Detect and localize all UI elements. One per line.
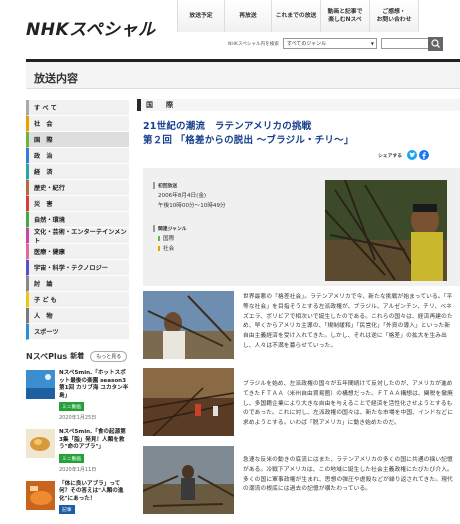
program-main-photo xyxy=(325,180,447,281)
article-paragraph-1: 世界最悪の「格差社会」。ラテンアメリカで今、新たな挑戦が始まっている。「平等な社… xyxy=(243,294,453,349)
genre-select-value: すべてのジャンル xyxy=(286,41,327,47)
broadcast-label: 初回放送 xyxy=(153,182,226,189)
article-photo-2 xyxy=(143,368,234,436)
news-thumbnail[interactable] xyxy=(26,429,55,459)
category-item[interactable]: 討 論 xyxy=(26,276,129,292)
news-item[interactable]: Nスペ5min.「ホットスポット最後の楽園 season3 第1回 カリブ海 ユ… xyxy=(26,370,129,421)
news-thumbnail[interactable] xyxy=(26,480,55,510)
search-input[interactable] xyxy=(380,37,443,51)
news-date: 2020年1月11日 xyxy=(59,466,97,473)
nav-feedback[interactable]: ご感想・ お問い合わせ xyxy=(370,0,419,32)
genre-label: 関連ジャンル xyxy=(153,225,226,232)
category-item[interactable]: スポーツ xyxy=(26,324,129,340)
facebook-icon[interactable] xyxy=(419,150,429,160)
news-thumbnail[interactable] xyxy=(26,370,55,399)
news-tag: 記事 xyxy=(59,505,75,515)
news-tag: ミニ動画 xyxy=(59,402,85,412)
nhk-special-logo[interactable]: NHKスペシャル xyxy=(26,15,160,41)
broadcast-info-box: 初回放送 2006年8月4日(金) 午後10時00分～10時49分 関連ジャンル… xyxy=(143,168,460,286)
article-paragraph-3: 急速な反米の動きの底流にはまた、ラテンアメリカの多くの国に共通の揺い記憶がある。… xyxy=(243,457,453,493)
program-title: 21世紀の潮流 ラテンアメリカの挑戦 第２回 「格差からの脱出 〜ブラジル・チリ… xyxy=(143,120,354,148)
broadcast-date: 2006年8月4日(金) xyxy=(158,193,207,199)
nav-schedule[interactable]: 放送予定 xyxy=(178,0,225,32)
search-icon[interactable] xyxy=(427,37,443,51)
category-item[interactable]: 歴史・紀行 xyxy=(26,180,129,196)
category-item[interactable]: 社 会 xyxy=(26,116,129,132)
category-item[interactable]: 政 治 xyxy=(26,148,129,164)
more-button[interactable]: もっと見る xyxy=(90,350,128,362)
nplus-header: NスペPlus 新着 もっと見る xyxy=(26,350,129,362)
section-heading: 国 際 xyxy=(137,99,460,111)
genre-link-international[interactable]: 国際 xyxy=(158,236,174,242)
article-photo-3 xyxy=(143,446,234,514)
news-title[interactable]: Nスペ5min.「食の起源第3集「脂」発見！人類を救う"命のアブラ"」 xyxy=(59,429,129,452)
logo-text: NHKスペシャル xyxy=(26,20,156,40)
news-title[interactable]: 「体に良いアブラ」って何？その答えは"人類の進化"にあった！ xyxy=(59,481,129,504)
genre-select[interactable]: すべてのジャンル ▼ xyxy=(282,38,377,49)
nav-videos-articles[interactable]: 動画と記事で 楽しむNスペ xyxy=(321,0,370,32)
nav-rerun[interactable]: 再放送 xyxy=(225,0,272,32)
category-item[interactable]: 国 際 xyxy=(26,132,129,148)
article-paragraph-2: ブラジルを始め、左派政権の国々が五年間続けて反対したのが、アメリカが進めてきたＦ… xyxy=(243,381,454,427)
news-title[interactable]: Nスペ5min.「ホットスポット最後の楽園 season3 第1回 カリブ海 ユ… xyxy=(59,370,129,400)
program-title-line2: 第２回 「格差からの脱出 〜ブラジル・チリ〜」 xyxy=(143,134,354,146)
news-tag: ミニ動画 xyxy=(59,453,85,463)
twitter-icon[interactable] xyxy=(407,150,417,160)
category-item[interactable]: 文化・芸術・エンターテインメント xyxy=(26,228,129,245)
category-item[interactable]: 人 物 xyxy=(26,308,129,324)
top-navigation: 放送予定 再放送 これまでの放送 動画と記事で 楽しむNスペ ご感想・ お問い合… xyxy=(177,0,419,32)
category-item[interactable]: 経 済 xyxy=(26,164,129,180)
article-photo-1 xyxy=(143,291,234,359)
search-label: NHKスペシャル内を検索 xyxy=(228,41,279,47)
site-header: NHKスペシャル 放送予定 再放送 これまでの放送 動画と記事で 楽しむNスペ … xyxy=(0,0,460,58)
share-bar: シェアする xyxy=(378,150,429,160)
category-item[interactable]: す べ て xyxy=(26,100,129,116)
nplus-new-label: 新着 xyxy=(70,352,85,360)
news-item[interactable]: 「体に良いアブラ」って何？その答えは"人類の進化"にあった！ 記事 xyxy=(26,480,129,515)
category-list: す べ て社 会国 際政 治経 済歴史・紀行災 害自然・環境 文化・芸術・エンター… xyxy=(26,100,129,340)
sidebar: す べ て社 会国 際政 治経 済歴史・紀行災 害自然・環境 文化・芸術・エンター… xyxy=(26,100,129,515)
category-item[interactable]: 災 害 xyxy=(26,196,129,212)
page-title-band: 放送内容 xyxy=(26,59,460,89)
chevron-down-icon: ▼ xyxy=(370,41,374,46)
broadcast-time: 午後10時00分～10時49分 xyxy=(158,202,226,209)
search-row: NHKスペシャル内を検索 すべてのジャンル ▼ xyxy=(228,37,443,51)
page-title: 放送内容 xyxy=(34,72,78,85)
category-item[interactable]: 子 ど も xyxy=(26,292,129,308)
share-label: シェアする xyxy=(378,153,402,159)
program-title-line1: 21世紀の潮流 ラテンアメリカの挑戦 xyxy=(143,121,312,132)
category-item[interactable]: 医療・健康 xyxy=(26,244,129,260)
nav-archive[interactable]: これまでの放送 xyxy=(272,0,321,32)
news-date: 2020年1月25日 xyxy=(59,415,97,422)
news-item[interactable]: Nスペ5min.「食の起源第3集「脂」発見！人類を救う"命のアブラ"」 ミニ動画… xyxy=(26,429,129,473)
category-item[interactable]: 宇宙・科学・テクノロジー xyxy=(26,260,129,276)
genre-link-society[interactable]: 社会 xyxy=(158,246,174,252)
nplus-logo[interactable]: NスペPlus xyxy=(26,351,67,362)
